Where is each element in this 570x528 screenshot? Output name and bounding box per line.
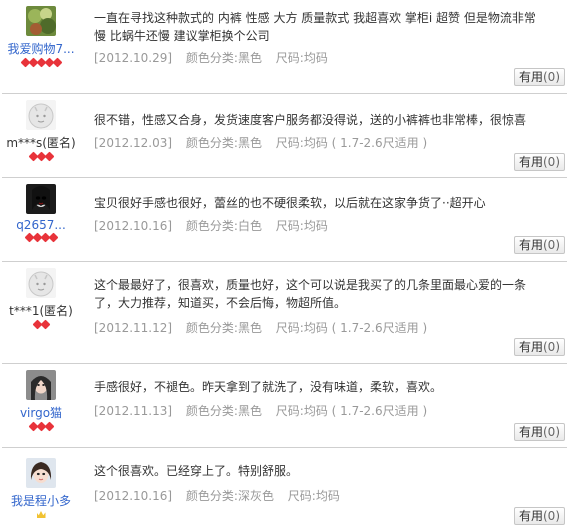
username: t***1(匿名) — [9, 304, 73, 318]
sku-color: 颜色分类:黑色 — [185, 404, 262, 418]
review-text: 这个很喜欢。已经穿上了。特别舒服。 — [94, 464, 299, 478]
helpful-count: (0) — [543, 340, 560, 354]
helpful-count: (0) — [543, 155, 560, 169]
reviewer-info: q2657... — [0, 184, 82, 246]
review-item: m***s(匿名) 很不错，性感又合身，发货速度客户服务都没得说，送的小裤裤也非… — [0, 94, 570, 178]
helpful-count: (0) — [543, 70, 560, 84]
crown-icon — [36, 511, 46, 518]
rank-icons — [0, 511, 82, 523]
review-item: t***1(匿名) 这个最最好了，很喜欢，质量也好，这个可以说是我买了的几条里面… — [0, 262, 570, 364]
sku-size: 尺码:均码 — [275, 51, 328, 65]
rank-icons — [0, 232, 82, 246]
review-date: [2012.12.03] — [94, 136, 173, 150]
helpful-button[interactable]: 有用(0) — [513, 423, 565, 441]
default-avatar-icon[interactable] — [26, 100, 56, 130]
default-avatar-icon[interactable] — [26, 268, 56, 298]
helpful-button[interactable]: 有用(0) — [513, 68, 565, 86]
review-item: 我是程小多 这个很喜欢。已经穿上了。特别舒服。 [2012.10.16] 颜色分… — [0, 448, 570, 528]
review-meta: [2012.10.16] 颜色分类:深灰色 尺码:均码 — [94, 487, 350, 504]
gem-icon — [40, 319, 50, 330]
review-date: [2012.11.12] — [94, 321, 173, 335]
user-avatar[interactable] — [26, 6, 56, 36]
review-item: 我爱购物7... 一直在寻找这种款式的 内裤 性感 大方 质量款式 我超喜欢 掌… — [0, 0, 570, 94]
reviewer-info: t***1(匿名) — [0, 268, 82, 333]
rank-icons — [0, 57, 82, 71]
sku-size: 尺码:均码 — [287, 489, 340, 503]
review-meta: [2012.10.29] 颜色分类:黑色 尺码:均码 — [94, 49, 338, 66]
review-text: 一直在寻找这种款式的 内裤 性感 大方 质量款式 我超喜欢 掌柜i 超赞 但是物… — [94, 11, 536, 43]
review-list: 我爱购物7... 一直在寻找这种款式的 内裤 性感 大方 质量款式 我超喜欢 掌… — [0, 0, 570, 528]
gem-icon — [44, 151, 54, 162]
reviewer-info: 我爱购物7... — [0, 6, 82, 71]
helpful-label: 有用 — [518, 155, 543, 169]
rank-icons — [0, 319, 82, 333]
helpful-label: 有用 — [518, 70, 543, 84]
sku-size: 尺码:均码 — [275, 219, 328, 233]
user-avatar[interactable] — [26, 458, 56, 488]
review-date: [2012.10.16] — [94, 489, 173, 503]
sku-size: 尺码:均码 ( 1.7-2.6尺适用 ) — [275, 321, 428, 335]
user-avatar[interactable] — [26, 184, 56, 214]
rank-icons — [0, 151, 82, 165]
helpful-count: (0) — [543, 509, 560, 523]
gem-icon — [44, 421, 54, 432]
sku-size: 尺码:均码 ( 1.7-2.6尺适用 ) — [275, 404, 428, 418]
username[interactable]: 我是程小多 — [0, 492, 82, 509]
username[interactable]: 我爱购物7... — [0, 40, 82, 57]
sku-color: 颜色分类:黑色 — [185, 321, 262, 335]
sku-color: 颜色分类:黑色 — [185, 136, 262, 150]
helpful-count: (0) — [543, 425, 560, 439]
sku-color: 颜色分类:黑色 — [185, 51, 262, 65]
review-date: [2012.10.29] — [94, 51, 173, 65]
rank-icons — [0, 421, 82, 435]
reviewer-info: virgo猫 — [0, 370, 82, 435]
review-date: [2012.11.13] — [94, 404, 173, 418]
helpful-button[interactable]: 有用(0) — [513, 153, 565, 171]
helpful-label: 有用 — [518, 340, 543, 354]
username: m***s(匿名) — [6, 136, 76, 150]
review-meta: [2012.10.16] 颜色分类:白色 尺码:均码 — [94, 217, 338, 234]
review-text: 手感很好，不褪色。昨天拿到了就洗了，没有味道，柔软，喜欢。 — [94, 380, 443, 394]
username[interactable]: virgo猫 — [0, 404, 82, 421]
helpful-button[interactable]: 有用(0) — [513, 507, 565, 525]
gem-icon — [52, 57, 62, 68]
sku-color: 颜色分类:白色 — [185, 219, 262, 233]
gem-icon — [48, 232, 58, 243]
helpful-button[interactable]: 有用(0) — [513, 236, 565, 254]
sku-size: 尺码:均码 ( 1.7-2.6尺适用 ) — [275, 136, 428, 150]
review-date: [2012.10.16] — [94, 219, 173, 233]
sku-color: 颜色分类:深灰色 — [185, 489, 274, 503]
user-avatar[interactable] — [26, 370, 56, 400]
helpful-label: 有用 — [518, 238, 543, 252]
reviewer-info: m***s(匿名) — [0, 100, 82, 165]
username[interactable]: q2657... — [0, 218, 82, 232]
review-text: 宝贝很好手感也很好，蕾丝的也不硬很柔软，以后就在这家争货了··超开心 — [94, 196, 486, 210]
review-text: 这个最最好了，很喜欢，质量也好，这个可以说是我买了的几条里面最心爱的一条了，大力… — [94, 278, 527, 310]
helpful-label: 有用 — [518, 425, 543, 439]
helpful-label: 有用 — [518, 509, 543, 523]
review-meta: [2012.11.13] 颜色分类:黑色 尺码:均码 ( 1.7-2.6尺适用 … — [94, 402, 437, 419]
review-item: q2657... 宝贝很好手感也很好，蕾丝的也不硬很柔软，以后就在这家争货了··… — [0, 178, 570, 262]
review-meta: [2012.11.12] 颜色分类:黑色 尺码:均码 ( 1.7-2.6尺适用 … — [94, 319, 437, 336]
review-item: virgo猫 手感很好，不褪色。昨天拿到了就洗了，没有味道，柔软，喜欢。 [20… — [0, 364, 570, 448]
review-text: 很不错，性感又合身，发货速度客户服务都没得说，送的小裤裤也非常棒，很惊喜 — [94, 113, 527, 127]
review-meta: [2012.12.03] 颜色分类:黑色 尺码:均码 ( 1.7-2.6尺适用 … — [94, 134, 437, 151]
helpful-count: (0) — [543, 238, 560, 252]
helpful-button[interactable]: 有用(0) — [513, 338, 565, 356]
reviewer-info: 我是程小多 — [0, 458, 82, 523]
